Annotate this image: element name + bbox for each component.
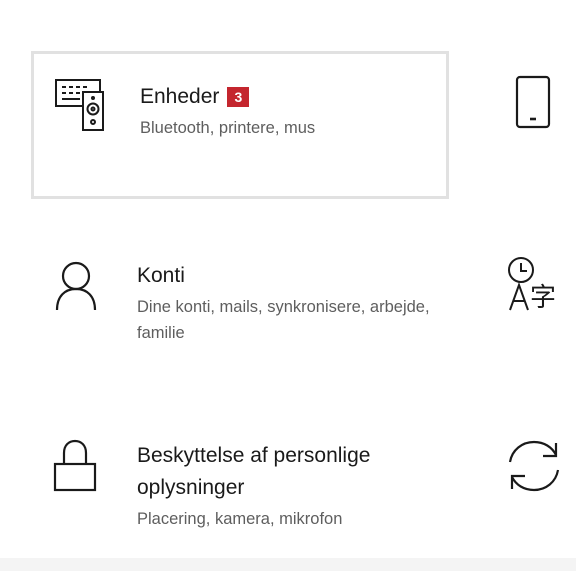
tile-privacy-description: Placering, kamera, mikrofon bbox=[137, 510, 343, 528]
settings-page: Enheder 3 Bluetooth, printere, mus Konti… bbox=[0, 0, 576, 571]
bottom-scroll-edge bbox=[0, 558, 576, 571]
tile-devices-text: Enheder 3 Bluetooth, printere, mus bbox=[140, 81, 436, 141]
tile-accounts-description: Dine konti, mails, synkronisere, arbejde… bbox=[137, 298, 430, 342]
svg-text:字: 字 bbox=[530, 283, 556, 313]
lock-icon bbox=[51, 438, 107, 494]
tile-accounts-title: Konti bbox=[137, 264, 185, 287]
person-icon bbox=[51, 258, 107, 314]
tile-devices[interactable]: Enheder 3 Bluetooth, printere, mus bbox=[31, 51, 449, 199]
update-sync-icon[interactable] bbox=[502, 434, 566, 498]
tile-privacy-title: Beskyttelse af personlige oplysninger bbox=[137, 444, 371, 499]
notification-badge: 3 bbox=[227, 87, 250, 107]
tile-title: Enheder 3 bbox=[140, 81, 436, 113]
phone-icon[interactable] bbox=[502, 74, 566, 138]
devices-icon bbox=[54, 76, 110, 132]
tile-accounts[interactable]: Konti Dine konti, mails, synkronisere, a… bbox=[31, 238, 449, 378]
tile-devices-description: Bluetooth, printere, mus bbox=[140, 119, 316, 137]
time-language-icon[interactable]: 字 bbox=[502, 254, 566, 318]
tile-accounts-text: Konti Dine konti, mails, synkronisere, a… bbox=[137, 260, 439, 346]
tile-devices-title: Enheder bbox=[140, 85, 220, 108]
tile-privacy[interactable]: Beskyttelse af personlige oplysninger Pl… bbox=[31, 420, 449, 554]
tile-privacy-text: Beskyttelse af personlige oplysninger Pl… bbox=[137, 440, 439, 532]
